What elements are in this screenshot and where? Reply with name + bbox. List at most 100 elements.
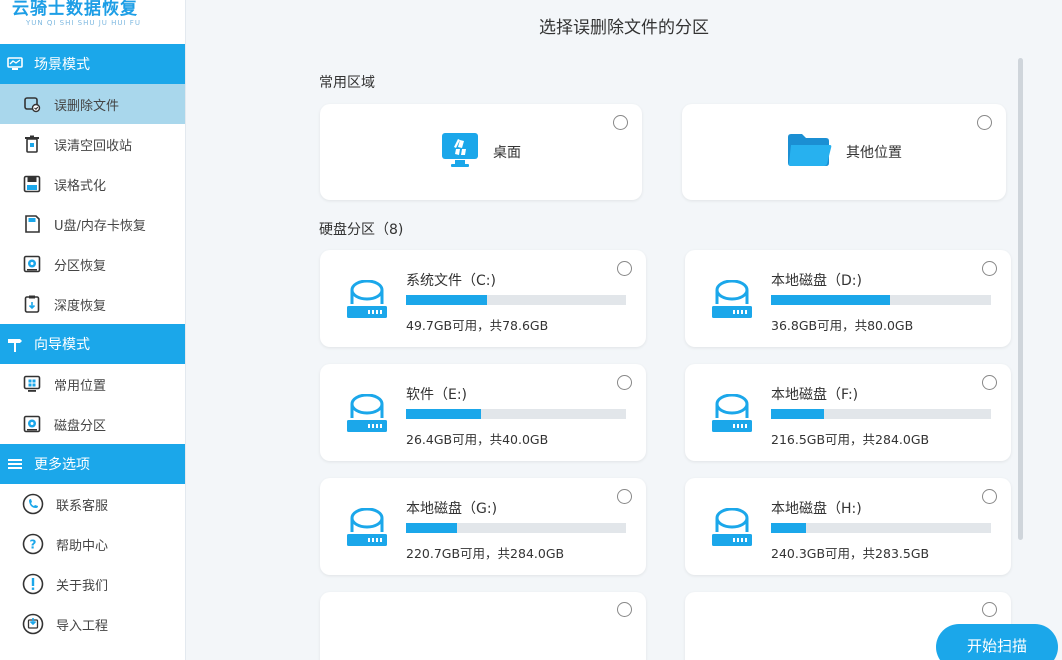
hard-disk-icon [346, 393, 388, 438]
section-scene-mode: 场景模式 [0, 44, 185, 84]
radio-disk[interactable] [617, 602, 632, 617]
recycle-bin-icon [22, 134, 42, 154]
disk-card-h[interactable]: 本地磁盘（H:) 240.3GB可用，共283.5GB [685, 478, 1011, 575]
nav-item-label: 分区恢复 [54, 258, 107, 274]
nav-item-label: 误清空回收站 [54, 138, 133, 154]
section-label: 场景模式 [34, 57, 90, 73]
sidebar: 云骑士数据恢复 YUN QI SHI SHU JU HUI FU 场景模式 误删… [0, 0, 186, 660]
radio-other[interactable] [977, 115, 992, 130]
hard-disk-icon [346, 507, 388, 552]
brand-logo: 云骑士数据恢复 YUN QI SHI SHU JU HUI FU [0, 0, 185, 44]
nav-item-partition[interactable]: 分区恢复 [0, 244, 185, 284]
disk-usage-fill [406, 295, 488, 305]
disk-name: 软件（E:) [406, 387, 468, 403]
folder-icon [786, 131, 846, 173]
disk-capacity-info: 216.5GB可用，共284.0GB [771, 432, 930, 447]
main-panel: 选择误删除文件的分区 常用区域 桌面 其他位置 硬盘分区（8) 系统文件（C:)… [186, 0, 1062, 660]
disk-card-d[interactable]: 本地磁盘（D:) 36.8GB可用，共80.0GB [685, 250, 1011, 347]
location-label: 其他位置 [846, 145, 902, 161]
headset-icon [22, 493, 44, 515]
disk-usage-fill [771, 295, 890, 305]
disk-capacity-info: 49.7GB可用，共78.6GB [406, 318, 549, 333]
disk-usage-fill [771, 409, 824, 419]
disk-card-c[interactable]: 系统文件（C:) 49.7GB可用，共78.6GB [320, 250, 646, 347]
disk-name: 本地磁盘（H:) [771, 501, 862, 517]
disk-card-g[interactable]: 本地磁盘（G:) 220.7GB可用，共284.0GB [320, 478, 646, 575]
disk-capacity-info: 26.4GB可用，共40.0GB [406, 432, 549, 447]
location-card-desktop[interactable]: 桌面 [320, 104, 642, 200]
monitor-icon [6, 56, 24, 72]
hard-disk-icon [711, 279, 753, 324]
hard-disk-icon [711, 507, 753, 552]
deep-recover-icon [22, 294, 42, 314]
radio-disk[interactable] [617, 375, 632, 390]
disk-usage-bar [406, 295, 626, 305]
nav-item-usb-card[interactable]: U盘/内存卡恢复 [0, 204, 185, 244]
start-scan-button[interactable]: 开始扫描 [936, 624, 1058, 660]
radio-disk[interactable] [982, 489, 997, 504]
disk-usage-fill [406, 523, 457, 533]
disk-usage-bar [406, 409, 626, 419]
disk-name: 系统文件（C:) [406, 273, 496, 289]
location-card-other[interactable]: 其他位置 [682, 104, 1006, 200]
nav-item-label: 导入工程 [56, 618, 109, 634]
desktop-icon [441, 131, 493, 173]
nav-item-import-project[interactable]: 导入工程 [0, 604, 185, 644]
disk-usage-bar [406, 523, 626, 533]
nav-item-deep-recover[interactable]: 深度恢复 [0, 284, 185, 324]
disk-capacity-info: 36.8GB可用，共80.0GB [771, 318, 914, 333]
radio-disk[interactable] [982, 602, 997, 617]
section-label: 更多选项 [34, 457, 90, 473]
nav-item-disk-partition[interactable]: 磁盘分区 [0, 404, 185, 444]
info-icon [22, 573, 44, 595]
disk-card-f[interactable]: 本地磁盘（F:) 216.5GB可用，共284.0GB [685, 364, 1011, 461]
nav-item-common-location[interactable]: 常用位置 [0, 364, 185, 404]
disk-card-partial[interactable] [320, 592, 646, 660]
radio-disk[interactable] [617, 261, 632, 276]
disk-usage-bar [771, 523, 991, 533]
radio-disk[interactable] [982, 261, 997, 276]
partition-icon [22, 254, 42, 274]
location-label: 桌面 [493, 145, 521, 161]
nav-item-formatted[interactable]: 误格式化 [0, 164, 185, 204]
nav-item-label: U盘/内存卡恢复 [54, 218, 146, 234]
brand-title: 云骑士数据恢复 [12, 0, 138, 19]
radio-disk[interactable] [982, 375, 997, 390]
radio-disk[interactable] [617, 489, 632, 504]
disk-card-e[interactable]: 软件（E:) 26.4GB可用，共40.0GB [320, 364, 646, 461]
nav-item-customer-service[interactable]: 联系客服 [0, 484, 185, 524]
menu-icon [6, 456, 24, 472]
windows-icon [22, 374, 42, 394]
section-label: 向导模式 [34, 337, 90, 353]
signpost-icon [6, 336, 24, 352]
nav-item-label: 常用位置 [54, 378, 107, 394]
scrollbar[interactable] [1018, 58, 1023, 540]
floppy-disk-icon [22, 174, 42, 194]
brand-subtitle: YUN QI SHI SHU JU HUI FU [26, 19, 141, 27]
disk-name: 本地磁盘（D:) [771, 273, 862, 289]
disk-usage-bar [771, 295, 991, 305]
disk-name: 本地磁盘（F:) [771, 387, 859, 403]
file-recover-icon [22, 94, 42, 114]
nav-item-label: 误格式化 [54, 178, 107, 194]
common-area-label: 常用区域 [319, 75, 375, 91]
radio-desktop[interactable] [613, 115, 628, 130]
hard-disk-icon [711, 393, 753, 438]
section-more-options: 更多选项 [0, 444, 185, 484]
disk-partition-label: 硬盘分区（8) [319, 222, 404, 238]
disk-name: 本地磁盘（G:) [406, 501, 498, 517]
nav-item-label: 联系客服 [56, 498, 109, 514]
nav-item-help-center[interactable]: ? 帮助中心 [0, 524, 185, 564]
nav-item-label: 关于我们 [56, 578, 109, 594]
nav-item-about-us[interactable]: 关于我们 [0, 564, 185, 604]
question-icon: ? [22, 533, 44, 555]
disk-partition-icon [22, 414, 42, 434]
hard-disk-icon [346, 279, 388, 324]
section-guide-mode: 向导模式 [0, 324, 185, 364]
import-icon [22, 613, 44, 635]
nav-item-deleted-files[interactable]: 误删除文件 [0, 84, 185, 124]
page-title: 选择误删除文件的分区 [539, 18, 709, 38]
disk-usage-bar [771, 409, 991, 419]
nav-item-recycle-bin[interactable]: 误清空回收站 [0, 124, 185, 164]
nav-item-label: 误删除文件 [54, 98, 120, 114]
